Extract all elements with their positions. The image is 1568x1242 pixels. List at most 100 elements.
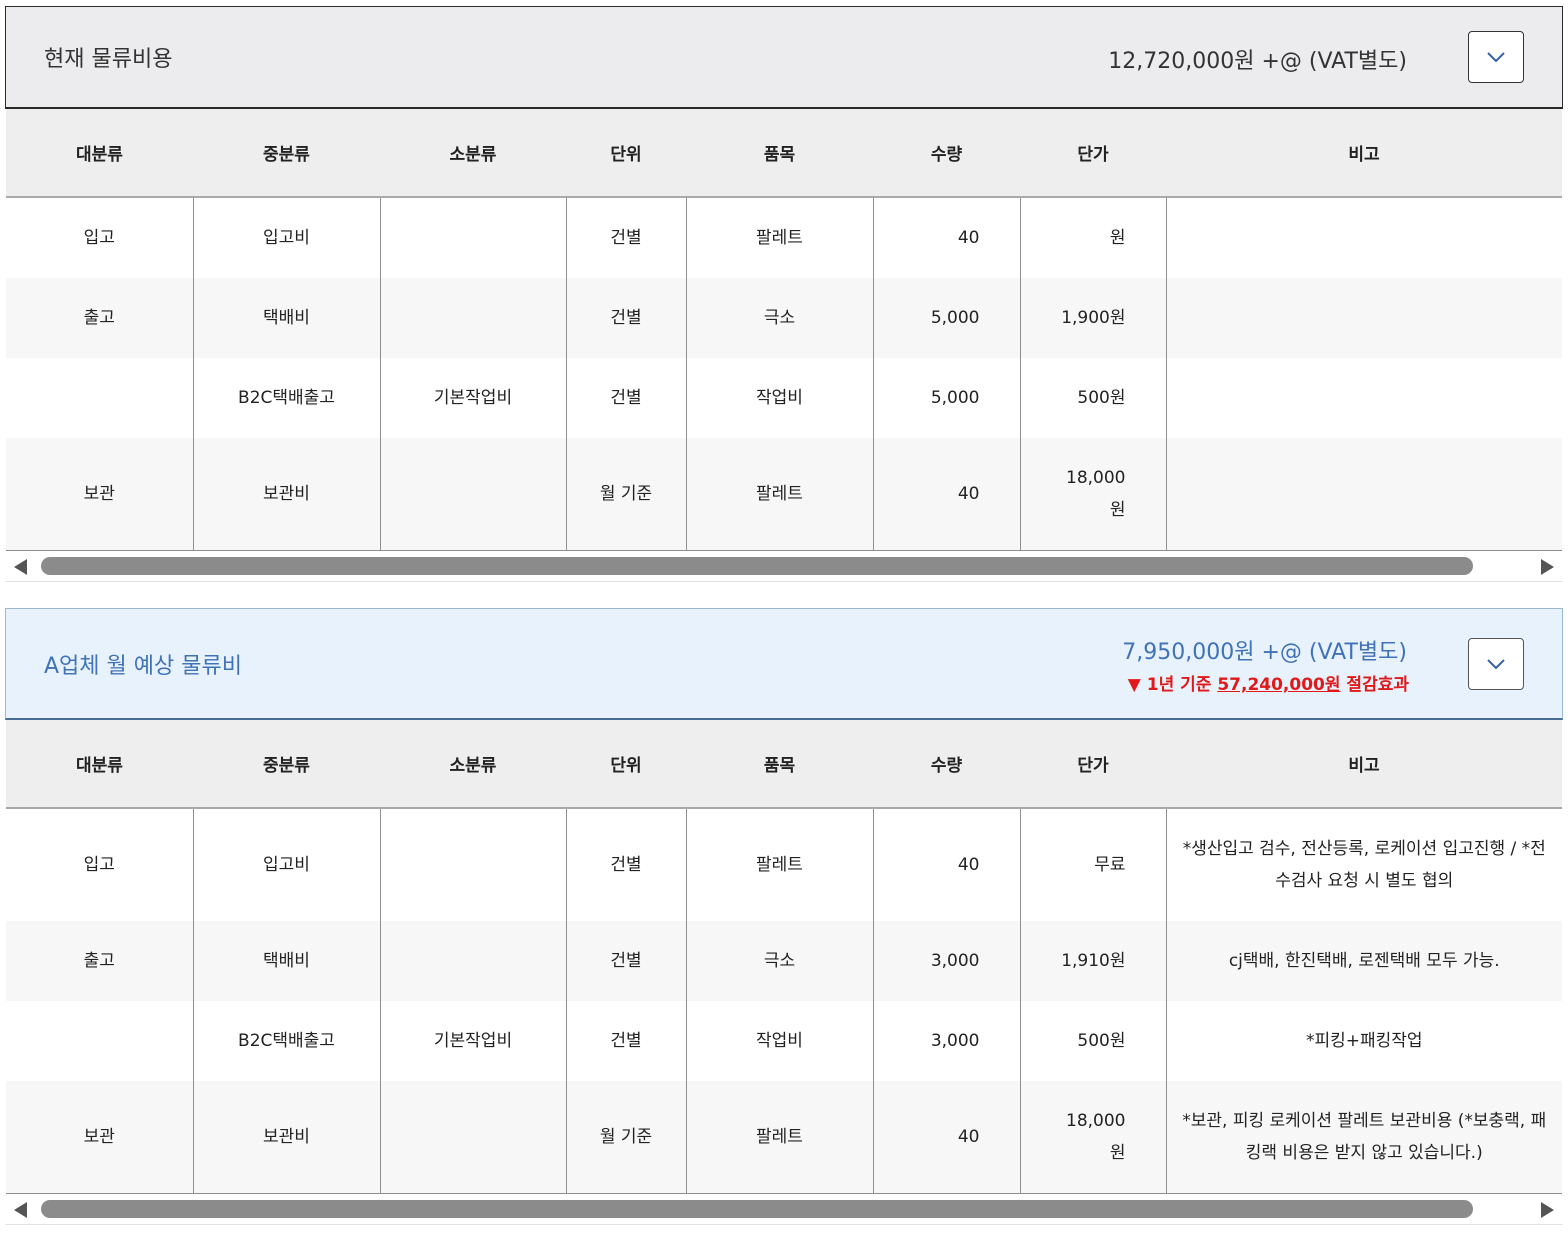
scrollbar-thumb[interactable] [41,556,1473,575]
cell-note: *피킹+패킹작업 [1165,1001,1562,1081]
scroll-right-arrow-icon[interactable] [1541,558,1554,575]
proposal-cost-title: A업체 월 예상 물류비 [44,653,242,679]
chevron-down-icon [1487,52,1505,62]
proposal-cost-toggle-button[interactable] [1468,638,1524,690]
cell-price: 1,900원 [1019,278,1166,358]
cell-qty: 5,000 [872,358,1020,438]
cell-qty: 5,000 [872,278,1020,358]
cell-note: *생산입고 검수, 전산등록, 로케이션 입고진행 / *전수검사 요청 시 별… [1165,808,1562,921]
cell-middle: 보관비 [192,438,380,551]
table-row: B2C택배출고 기본작업비 건별 작업비 3,000 500원 *피킹+패킹작업 [6,1001,1562,1081]
cell-price: 원 [1019,197,1166,278]
cell-minor [379,1081,566,1194]
column-header: 소분류 [380,109,566,198]
cell-major: 입고 [83,855,115,875]
cell-unit: 건별 [565,1001,686,1081]
cell-note [1165,438,1562,551]
cell-item: 극소 [685,278,873,358]
scroll-right-arrow-icon[interactable] [1541,1201,1554,1218]
cell-qty: 40 [872,438,1020,551]
cell-item: 팔레트 [685,1081,873,1194]
horizontal-scrollbar[interactable] [5,550,1563,582]
cell-major: 보관 [6,438,193,551]
cell-major: 입고 [83,228,115,248]
proposal-cost-amount: 7,950,000원 +@ (VAT별도) [1122,640,1407,665]
cell-middle: B2C택배출고 [192,358,380,438]
column-header: 품목 [686,720,873,809]
cell-qty: 3,000 [872,921,1020,1001]
column-header: 단위 [566,109,686,198]
cell-minor [379,278,566,358]
cell-minor [379,921,566,1001]
cell-minor [379,438,566,551]
column-header: 중분류 [193,109,380,198]
column-header: 비고 [1166,720,1562,809]
cell-major: 보관 [6,1081,193,1194]
scroll-left-arrow-icon[interactable] [14,558,27,575]
current-cost-table: 대분류 중분류 소분류 단위 품목 수량 단가 비고 입고 입고비 건별 팔레트… [6,109,1562,551]
table-row: 입고 입고비 건별 팔레트 40 원 [6,197,1562,278]
cell-qty: 3,000 [872,1001,1020,1081]
table-row: B2C택배출고 기본작업비 건별 작업비 5,000 500원 [6,358,1562,438]
column-header: 단가 [1020,720,1166,809]
column-header: 품목 [686,109,873,198]
table-row: 출고 택배비 건별 극소 5,000 1,900원 [6,278,1562,358]
cell-unit: 월 기준 [565,1081,686,1194]
cell-unit: 건별 [565,278,686,358]
proposal-cost-section: A업체 월 예상 물류비 7,950,000원 +@ (VAT별도) ▼ 1년 … [5,608,1563,1225]
proposal-cost-header: A업체 월 예상 물류비 7,950,000원 +@ (VAT별도) ▼ 1년 … [5,608,1563,720]
cell-qty: 40 [872,808,1020,921]
cell-major [6,358,193,438]
cell-unit: 건별 [565,358,686,438]
cell-item: 작업비 [685,358,873,438]
scrollbar-thumb[interactable] [41,1199,1473,1218]
cell-middle: 택배비 [192,278,380,358]
cell-qty: 40 [872,197,1020,278]
chevron-down-icon [1487,659,1505,669]
cell-unit: 월 기준 [565,438,686,551]
cell-minor [379,808,566,921]
cell-qty: 40 [872,1081,1020,1194]
cell-item: 팔레트 [685,438,873,551]
column-header: 대분류 [6,109,193,198]
cell-note [1165,278,1562,358]
cell-minor [379,197,566,278]
cell-item: 작업비 [685,1001,873,1081]
column-header: 단가 [1020,109,1166,198]
cell-major [6,1001,193,1081]
table-header-row: 대분류 중분류 소분류 단위 품목 수량 단가 비고 [6,109,1562,198]
cell-minor: 기본작업비 [379,358,566,438]
cell-middle: 택배비 [192,921,380,1001]
cell-price: 500원 [1019,1001,1166,1081]
cell-note: cj택배, 한진택배, 로젠택배 모두 가능. [1165,921,1562,1001]
savings-amount: 57,240,000원 [1217,675,1341,695]
cell-note: *보관, 피킹 로케이션 팔레트 보관비용 (*보충랙, 패킹랙 비용은 받지 … [1165,1081,1562,1194]
savings-note: ▼ 1년 기준 57,240,000원 절감효과 [1128,670,1409,695]
table-header-row: 대분류 중분류 소분류 단위 품목 수량 단가 비고 [6,720,1562,809]
cell-note [1165,197,1562,278]
cell-unit: 건별 [565,921,686,1001]
current-cost-title: 현재 물류비용 [44,47,173,72]
current-cost-toggle-button[interactable] [1468,31,1524,83]
cell-price: 500원 [1019,358,1166,438]
cell-price: 무료 [1019,808,1166,921]
cell-item: 팔레트 [685,197,873,278]
current-cost-amount: 12,720,000원 +@ (VAT별도) [1108,49,1407,74]
savings-prefix: ▼ 1년 기준 [1127,675,1218,695]
table-row: 보관 보관비 월 기준 팔레트 40 18,000원 [6,438,1562,551]
cell-middle: 보관비 [192,1081,380,1194]
cell-price: 18,000원 [1019,438,1166,551]
horizontal-scrollbar[interactable] [5,1193,1563,1225]
cell-minor: 기본작업비 [379,1001,566,1081]
cell-major: 출고 [6,921,193,1001]
cell-middle: 입고비 [192,197,380,278]
cell-item: 팔레트 [685,808,873,921]
proposal-cost-table: 대분류 중분류 소분류 단위 품목 수량 단가 비고 입고 입고비 건별 팔레트… [6,720,1562,1194]
column-header: 대분류 [6,720,193,809]
current-cost-header: 현재 물류비용 12,720,000원 +@ (VAT별도) [5,6,1563,109]
scroll-left-arrow-icon[interactable] [14,1201,27,1218]
cell-unit: 건별 [565,197,686,278]
table-row: 출고 택배비 건별 극소 3,000 1,910원 cj택배, 한진택배, 로젠… [6,921,1562,1001]
cell-item: 극소 [685,921,873,1001]
cell-unit: 건별 [565,808,686,921]
